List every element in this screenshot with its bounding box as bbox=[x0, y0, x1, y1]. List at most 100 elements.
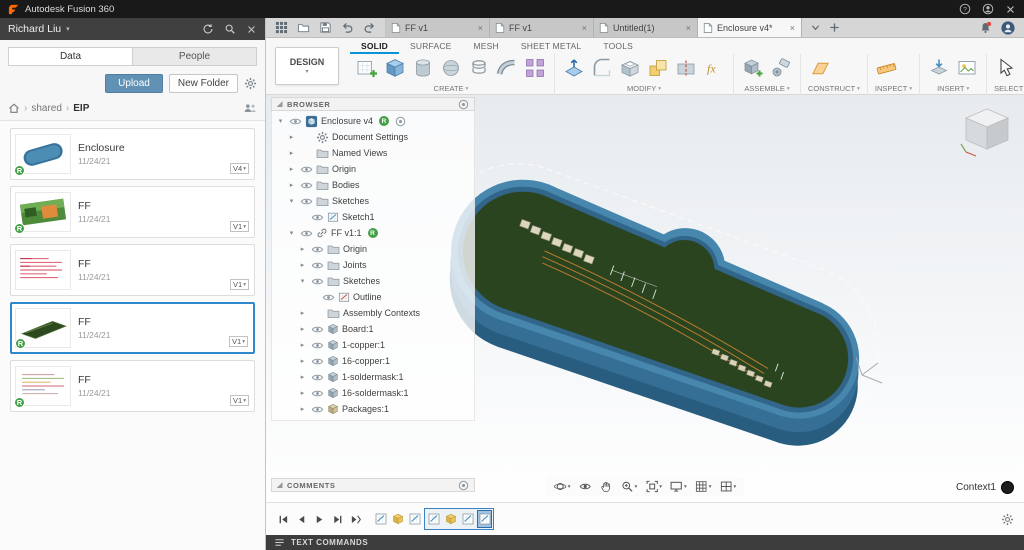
breadcrumb-root[interactable]: shared bbox=[31, 103, 62, 114]
browser-tree-item[interactable]: ▾Enclosure v4R bbox=[272, 113, 474, 129]
visibility-eye-icon[interactable] bbox=[299, 181, 313, 190]
construction-plane-tool[interactable] bbox=[808, 56, 832, 80]
workspace-selector[interactable]: DESIGN ▾ bbox=[275, 47, 339, 85]
expand-arrow-icon[interactable]: ▸ bbox=[298, 261, 307, 269]
new-tab-icon[interactable] bbox=[829, 22, 840, 33]
skip-end-button[interactable] bbox=[348, 512, 363, 527]
show-data-panel-icon[interactable] bbox=[275, 21, 288, 34]
browser-tree-item[interactable]: ▸Packages:1 bbox=[272, 401, 474, 417]
data-panel-settings-gear-icon[interactable] bbox=[244, 77, 257, 90]
play-button[interactable] bbox=[312, 512, 327, 527]
fit-view-button[interactable]: ▾ bbox=[643, 479, 664, 494]
visibility-eye-icon[interactable] bbox=[310, 341, 324, 350]
pan-button[interactable] bbox=[597, 479, 614, 494]
visibility-eye-icon[interactable] bbox=[310, 389, 324, 398]
browser-header[interactable]: ◢ BROWSER bbox=[271, 97, 475, 111]
visibility-eye-icon[interactable] bbox=[310, 213, 324, 222]
browser-tree-item[interactable]: ▸Named Views bbox=[272, 145, 474, 161]
fillet-tool[interactable] bbox=[590, 56, 614, 80]
visibility-eye-icon[interactable] bbox=[299, 197, 313, 206]
tab-data[interactable]: Data bbox=[9, 48, 132, 65]
close-tab-icon[interactable]: × bbox=[581, 23, 588, 33]
browser-tree-item[interactable]: ▸Board:1 bbox=[272, 321, 474, 337]
pattern-tool[interactable] bbox=[523, 56, 547, 80]
coil-tool[interactable] bbox=[467, 56, 491, 80]
visibility-eye-icon[interactable] bbox=[310, 325, 324, 334]
browser-tree-item[interactable]: ▸16-copper:1 bbox=[272, 353, 474, 369]
activate-component-radio-icon[interactable] bbox=[395, 116, 406, 127]
ribbon-tab-surface[interactable]: SURFACE bbox=[399, 38, 463, 54]
visibility-eye-icon[interactable] bbox=[288, 117, 302, 126]
skip-start-button[interactable] bbox=[276, 512, 291, 527]
document-tab[interactable]: FF v1× bbox=[386, 18, 490, 37]
timeline-feature-sketch[interactable] bbox=[477, 510, 492, 528]
save-icon[interactable] bbox=[319, 21, 332, 34]
measure-tool[interactable] bbox=[875, 56, 899, 80]
expand-arrow-icon[interactable]: ▸ bbox=[298, 309, 307, 317]
expand-arrow-icon[interactable]: ▸ bbox=[287, 133, 296, 141]
timeline-feature-sketch[interactable] bbox=[407, 510, 422, 528]
browser-tree-item[interactable]: ▾FF v1:1R bbox=[272, 225, 474, 241]
browser-tree-item[interactable]: Outline bbox=[272, 289, 474, 305]
new-folder-button[interactable]: New Folder bbox=[169, 74, 238, 93]
version-badge[interactable]: V1▾ bbox=[230, 395, 249, 406]
visibility-eye-icon[interactable] bbox=[310, 357, 324, 366]
expand-arrow-icon[interactable]: ▸ bbox=[298, 405, 307, 413]
redo-icon[interactable] bbox=[363, 21, 376, 34]
visibility-eye-icon[interactable] bbox=[310, 277, 324, 286]
timeline-feature-component[interactable] bbox=[390, 510, 405, 528]
close-icon[interactable] bbox=[1005, 4, 1016, 15]
expand-arrow-icon[interactable]: ▸ bbox=[287, 181, 296, 189]
file-card[interactable]: RFF11/24/21V1▾ bbox=[10, 186, 255, 238]
expand-arrow-icon[interactable]: ▾ bbox=[298, 277, 307, 285]
viewport[interactable]: ◢ BROWSER ▾Enclosure v4R▸Document Settin… bbox=[266, 95, 1024, 502]
help-icon[interactable]: ? bbox=[959, 3, 971, 15]
ribbon-tab-tools[interactable]: TOOLS bbox=[592, 38, 644, 54]
timeline-feature-sketch[interactable] bbox=[460, 510, 475, 528]
account-icon[interactable] bbox=[982, 3, 994, 15]
version-badge[interactable]: V4▾ bbox=[230, 163, 249, 174]
combine-tool[interactable] bbox=[646, 56, 670, 80]
browser-tree-item[interactable]: ▸1-copper:1 bbox=[272, 337, 474, 353]
undo-icon[interactable] bbox=[341, 21, 354, 34]
expand-arrow-icon[interactable]: ▸ bbox=[298, 389, 307, 397]
decal-tool[interactable] bbox=[955, 56, 979, 80]
visibility-eye-icon[interactable] bbox=[299, 165, 313, 174]
box-tool[interactable] bbox=[383, 56, 407, 80]
version-badge[interactable]: V1▾ bbox=[229, 336, 248, 347]
browser-tree-item[interactable]: ▸Document Settings bbox=[272, 129, 474, 145]
file-card[interactable]: FF11/24/21V1▾ bbox=[10, 244, 255, 296]
step-back-button[interactable] bbox=[294, 512, 309, 527]
tab-list-icon[interactable] bbox=[811, 23, 820, 32]
shell-tool[interactable] bbox=[618, 56, 642, 80]
change-parameters-tool[interactable]: fx bbox=[702, 56, 726, 80]
expand-arrow-icon[interactable]: ▸ bbox=[298, 325, 307, 333]
timeline-feature-sketch[interactable] bbox=[373, 510, 388, 528]
expand-arrow-icon[interactable]: ▾ bbox=[287, 229, 296, 237]
sphere-tool[interactable] bbox=[439, 56, 463, 80]
notifications-icon[interactable] bbox=[979, 21, 992, 34]
expand-arrow-icon[interactable]: ▾ bbox=[276, 117, 285, 125]
upload-button[interactable]: Upload bbox=[105, 74, 163, 93]
document-tab[interactable]: FF v1× bbox=[490, 18, 594, 37]
ribbon-group-label[interactable]: INSPECT▾ bbox=[875, 82, 912, 95]
expand-arrow-icon[interactable]: ▸ bbox=[287, 165, 296, 173]
visibility-eye-icon[interactable] bbox=[310, 261, 324, 270]
file-card[interactable]: RFF11/24/21V1▾ bbox=[10, 302, 255, 354]
step-forward-button[interactable] bbox=[330, 512, 345, 527]
browser-tree-item[interactable]: ▸Origin bbox=[272, 161, 474, 177]
orbit-button[interactable]: ▾ bbox=[552, 479, 573, 494]
expand-arrow-icon[interactable]: ▸ bbox=[298, 357, 307, 365]
text-commands-bar[interactable]: TEXT COMMANDS bbox=[266, 535, 1024, 550]
browser-tree-item[interactable]: ▾Sketches bbox=[272, 193, 474, 209]
tab-people[interactable]: People bbox=[132, 48, 256, 65]
user-dropdown-caret-icon[interactable]: ▾ bbox=[66, 25, 70, 33]
ribbon-tab-sheet-metal[interactable]: SHEET METAL bbox=[510, 38, 592, 54]
display-settings-button[interactable]: ▾ bbox=[668, 479, 689, 494]
select-tool[interactable] bbox=[994, 56, 1018, 80]
browser-tree-item[interactable]: ▸1-soldermask:1 bbox=[272, 369, 474, 385]
browser-tree-item[interactable]: ▾Sketches bbox=[272, 273, 474, 289]
visibility-eye-icon[interactable] bbox=[310, 373, 324, 382]
home-icon[interactable] bbox=[8, 102, 20, 114]
user-name[interactable]: Richard Liu bbox=[8, 23, 61, 35]
